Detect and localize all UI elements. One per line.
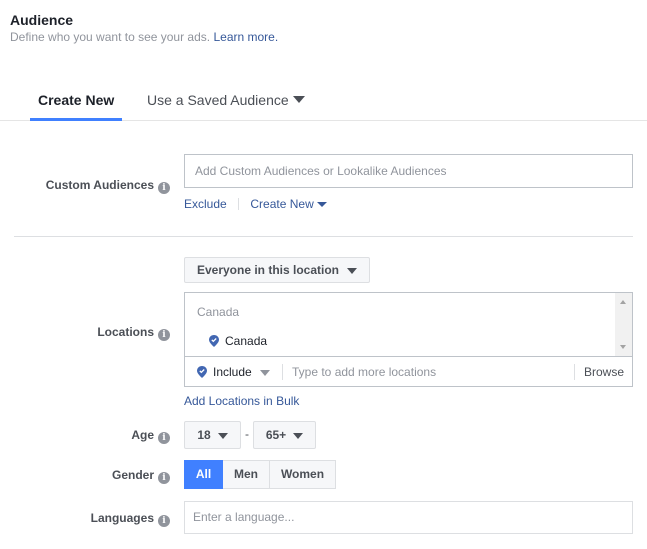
age-label: Age i — [20, 428, 170, 444]
scroll-up-arrow-icon[interactable] — [620, 300, 626, 304]
locations-label-text: Locations — [97, 325, 154, 339]
location-search-bar: Include Type to add more locations Brows… — [185, 356, 632, 386]
age-max-dropdown[interactable]: 65+ — [253, 421, 316, 449]
tab-create-new[interactable]: Create New — [38, 92, 114, 108]
age-min-dropdown[interactable]: 18 — [184, 421, 241, 449]
active-tab-indicator — [30, 118, 122, 121]
create-new-dropdown[interactable]: Create New — [250, 197, 327, 211]
age-max-value: 65+ — [265, 428, 287, 442]
browse-button[interactable]: Browse — [584, 365, 624, 379]
location-search-placeholder: Type to add more locations — [292, 365, 437, 379]
info-icon[interactable]: i — [158, 515, 170, 527]
separator — [282, 364, 283, 380]
section-subtitle: Define who you want to see your ads. Lea… — [10, 30, 278, 44]
link-separator — [238, 198, 240, 210]
caret-down-icon — [347, 267, 358, 274]
custom-audiences-label: Custom Audiences i — [20, 178, 170, 194]
custom-audiences-actions: Exclude Create New — [184, 197, 327, 211]
caret-down-icon — [292, 96, 305, 104]
include-exclude-dropdown[interactable]: Include — [197, 365, 270, 379]
locations-scrollbar[interactable] — [615, 293, 632, 356]
info-icon[interactable]: i — [158, 329, 170, 341]
location-group-header: Canada — [197, 305, 240, 319]
custom-audiences-input[interactable]: Add Custom Audiences or Lookalike Audien… — [184, 154, 633, 188]
include-mode-label: Include — [213, 365, 252, 379]
selected-location-name: Canada — [225, 334, 268, 348]
languages-label-text: Languages — [90, 511, 154, 525]
locations-label: Locations i — [20, 325, 170, 341]
section-title: Audience — [10, 12, 74, 28]
audience-tabs: Create New Use a Saved Audience — [0, 80, 647, 121]
caret-down-icon — [316, 202, 327, 208]
tab-saved-audience[interactable]: Use a Saved Audience — [147, 92, 305, 108]
gender-selector: All Men Women — [184, 460, 336, 489]
location-scope-label: Everyone in this location — [196, 263, 340, 277]
age-min-value: 18 — [197, 428, 211, 442]
location-pin-icon — [209, 335, 219, 347]
caret-down-icon — [217, 432, 228, 439]
create-new-label: Create New — [250, 197, 314, 211]
scroll-down-arrow-icon[interactable] — [620, 345, 626, 349]
age-separator: - — [245, 427, 249, 441]
languages-label: Languages i — [20, 511, 170, 527]
location-scope-dropdown[interactable]: Everyone in this location — [184, 257, 370, 283]
location-search-input[interactable]: Type to add more locations — [292, 365, 436, 379]
custom-audiences-placeholder: Add Custom Audiences or Lookalike Audien… — [195, 164, 447, 178]
info-icon[interactable]: i — [158, 472, 170, 484]
separator — [574, 364, 575, 380]
tab-create-new-label: Create New — [38, 92, 115, 108]
locations-box: Canada Canada Include Type to add more l… — [184, 292, 633, 387]
gender-label: Gender i — [20, 468, 170, 484]
subtitle-text: Define who you want to see your ads. — [10, 30, 211, 44]
selected-location-item[interactable]: Canada — [209, 334, 267, 348]
languages-placeholder: Enter a language... — [193, 510, 295, 524]
info-icon[interactable]: i — [158, 182, 170, 194]
caret-down-icon — [293, 432, 304, 439]
gender-women-button[interactable]: Women — [270, 460, 336, 489]
exclude-link[interactable]: Exclude — [184, 197, 227, 211]
gender-all-button[interactable]: All — [184, 460, 223, 489]
section-divider — [14, 236, 633, 237]
custom-audiences-label-text: Custom Audiences — [45, 178, 154, 192]
gender-label-text: Gender — [111, 468, 154, 482]
tab-saved-audience-label: Use a Saved Audience — [147, 92, 289, 108]
gender-men-button[interactable]: Men — [223, 460, 270, 489]
info-icon[interactable]: i — [158, 432, 170, 444]
caret-down-icon — [259, 369, 270, 376]
selected-locations-list: Canada Canada — [185, 293, 632, 356]
add-locations-bulk-link[interactable]: Add Locations in Bulk — [184, 394, 299, 408]
age-label-text: Age — [131, 428, 154, 442]
languages-input[interactable]: Enter a language... — [184, 501, 633, 534]
learn-more-link[interactable]: Learn more. — [213, 30, 278, 44]
location-pin-icon — [197, 366, 207, 378]
